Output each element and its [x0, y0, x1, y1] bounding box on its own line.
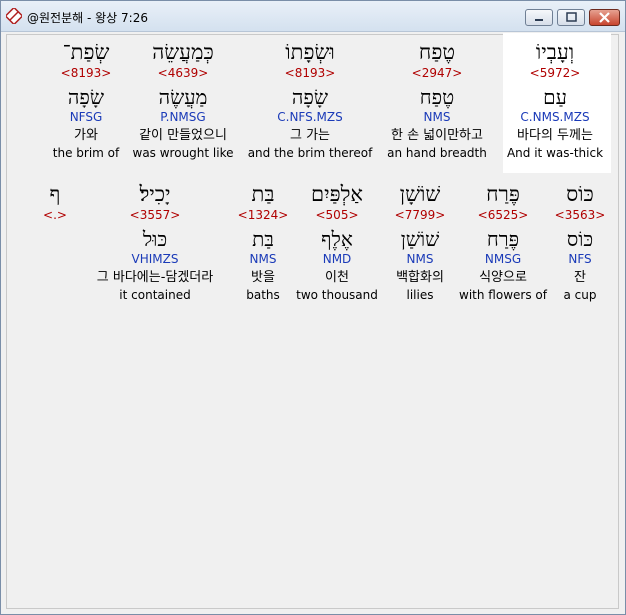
- morphology: VHIMZS: [131, 252, 179, 266]
- morphology: [43, 251, 67, 267]
- korean-gloss: 가와: [74, 128, 98, 143]
- korean-gloss: 이천: [325, 270, 349, 285]
- window-title: @원전분해 - 왕상 7:26: [27, 11, 148, 25]
- english-gloss: with flowers of: [459, 288, 547, 302]
- hebrew-word: שְׂפַת־: [62, 40, 110, 64]
- hebrew-word: שׁוֹשָׁן: [399, 182, 441, 206]
- korean-gloss: 백합화의: [396, 270, 444, 285]
- strong-number[interactable]: <.>: [43, 207, 67, 223]
- strong-number[interactable]: <3557>: [97, 207, 213, 223]
- korean-gloss: 잔: [574, 270, 586, 285]
- lemma: שָׂפָה: [291, 85, 329, 109]
- morphology: NFS: [568, 252, 592, 266]
- strong-number[interactable]: <4639>: [133, 65, 234, 81]
- morphology: NMS: [423, 110, 451, 124]
- morphology: NMSG: [484, 252, 522, 266]
- strong-number[interactable]: <505>: [296, 207, 378, 223]
- strong-number[interactable]: <1324>: [238, 207, 289, 223]
- morphology: NMS: [406, 252, 434, 266]
- korean-gloss: 그 바다에는-담겠더라: [96, 270, 214, 285]
- lemma: כּוּל: [142, 227, 168, 251]
- close-icon: [599, 12, 610, 23]
- word-block[interactable]: בַּת <1324> בַּת NMS 밧을 baths: [238, 181, 289, 303]
- strong-number[interactable]: <5972>: [507, 65, 603, 81]
- strong-number[interactable]: <2947>: [387, 65, 487, 81]
- strong-number[interactable]: <7799>: [395, 207, 446, 223]
- korean-gloss: 바다의 두께는: [517, 128, 593, 143]
- hebrew-word: בַּת: [251, 182, 275, 206]
- korean-gloss: [43, 269, 67, 287]
- english-gloss: a cup: [563, 288, 597, 302]
- english-gloss: [43, 287, 67, 303]
- morphology: C.NFS.MZS: [277, 110, 343, 124]
- interlinear-panel: שְׂפַת־ <8193> שָׂפָה NFSG 가와 the brim o…: [6, 33, 619, 609]
- hebrew-word: וּשְׂפָתוֹ: [285, 40, 335, 64]
- korean-gloss: 한 손 넓이만하고: [390, 128, 483, 143]
- maximize-button[interactable]: [557, 9, 585, 26]
- hebrew-word: כּוֹס: [566, 182, 594, 206]
- lemma: בַּת: [252, 227, 274, 251]
- word-block[interactable]: ף <.>: [43, 181, 67, 303]
- word-block[interactable]: אַלְפַּיִם <505> אֶלֶף NMD 이천 two thousa…: [296, 181, 378, 303]
- lemma: שׁוֹשַׁן: [400, 227, 440, 251]
- app-window: @원전분해 - 왕상 7:26 שְׂפַת־ <8193> שָׂפָה NF…: [0, 0, 626, 615]
- korean-gloss: 같이 만들었으니: [139, 128, 227, 143]
- english-gloss: was wrought like: [132, 146, 234, 160]
- minimize-button[interactable]: [525, 9, 553, 26]
- lemma: פֶּרַח: [486, 227, 520, 251]
- maximize-icon: [566, 12, 577, 22]
- morphology: C.NMS.MZS: [520, 110, 590, 124]
- strong-number[interactable]: <3563>: [555, 207, 606, 223]
- lemma: אֶלֶף: [321, 227, 353, 251]
- morphology: NMS: [249, 252, 277, 266]
- word-block-selected[interactable]: וְעָבְיוֹ <5972> עַם C.NMS.MZS 바다의 두께는 A…: [507, 39, 603, 161]
- hebrew-word: טֶפַח: [418, 40, 456, 64]
- english-gloss: And it was-thick: [506, 146, 604, 160]
- hebrew-word: וְעָבְיוֹ: [535, 40, 575, 64]
- english-gloss: the brim of: [52, 146, 120, 160]
- word-block[interactable]: כּוֹס <3563> כּוֹס NFS 잔 a cup: [555, 181, 606, 303]
- close-button[interactable]: [589, 9, 620, 26]
- app-icon: [6, 8, 22, 24]
- korean-gloss: 밧을: [251, 270, 275, 285]
- word-block[interactable]: שׁוֹשָׁן <7799> שׁוֹשַׁן NMS 백합화의 lilies: [395, 181, 446, 303]
- strong-number[interactable]: <6525>: [459, 207, 547, 223]
- english-gloss: baths: [246, 288, 280, 302]
- english-gloss: an hand breadth: [387, 146, 487, 160]
- morphology: P.NMSG: [160, 110, 206, 124]
- lemma: מַעֲשֶׂה: [158, 85, 208, 109]
- minimize-icon: [535, 19, 543, 21]
- english-gloss: it contained: [119, 288, 191, 302]
- korean-gloss: 식양으로: [479, 270, 527, 285]
- strong-number[interactable]: <8193>: [248, 65, 373, 81]
- lemma: כּוֹס: [566, 227, 594, 251]
- title-bar[interactable]: @원전분해 - 왕상 7:26: [1, 1, 625, 32]
- word-block[interactable]: כְּמַעֲשֵׂה <4639> מַעֲשֶׂה P.NMSG 같이 만들…: [133, 39, 234, 161]
- hebrew-word: ף: [49, 182, 61, 206]
- word-block[interactable]: וּשְׂפָתוֹ <8193> שָׂפָה C.NFS.MZS 그 가는 …: [248, 39, 373, 161]
- word-block[interactable]: שְׂפַת־ <8193> שָׂפָה NFSG 가와 the brim o…: [53, 39, 119, 161]
- morphology: NFSG: [69, 110, 103, 124]
- word-block[interactable]: יָכִיל׃ <3557> כּוּל VHIMZS 그 바다에는-담겠더라 …: [97, 181, 213, 303]
- hebrew-word: כְּמַעֲשֵׂה: [152, 40, 214, 64]
- lemma: שָׂפָה: [67, 85, 105, 109]
- english-gloss: lilies: [406, 288, 434, 302]
- english-gloss: two thousand: [296, 288, 378, 302]
- lemma: עַם: [543, 85, 567, 109]
- hebrew-word: אַלְפַּיִם: [310, 182, 364, 206]
- korean-gloss: 그 가는: [289, 128, 331, 143]
- word-block[interactable]: פֶּרַח <6525> פֶּרַח NMSG 식양으로 with flow…: [459, 181, 547, 303]
- lemma: [43, 227, 67, 251]
- strong-number[interactable]: <8193>: [53, 65, 119, 81]
- morphology: NMD: [322, 252, 352, 266]
- word-block[interactable]: טֶפַח <2947> טֶפַח NMS 한 손 넓이만하고 an hand…: [387, 39, 487, 161]
- hebrew-word: יָכִיל׃: [139, 182, 171, 206]
- lemma: טֶפַח: [419, 85, 455, 109]
- hebrew-word: פֶּרַח: [486, 182, 520, 206]
- english-gloss: and the brim thereof: [247, 146, 373, 160]
